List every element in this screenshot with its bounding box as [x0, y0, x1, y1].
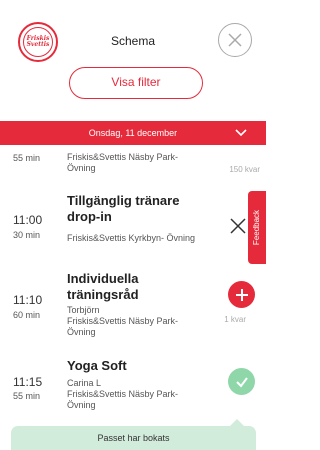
booking-toast: Passet har bokats — [11, 426, 256, 450]
list-item[interactable]: 11:10 60 min Individuella träningsråd To… — [0, 271, 266, 353]
feedback-tab[interactable]: Feedback — [248, 191, 266, 264]
session-location: Friskis&Svettis Kyrkbyn- Övning — [67, 233, 196, 243]
date-label: Onsdag, 11 december — [88, 128, 178, 138]
spots-left: 1 kvar — [224, 315, 246, 324]
session-time: 11:00 — [13, 213, 43, 227]
session-name: Tillgänglig tränare drop-in — [67, 193, 180, 224]
session-list[interactable]: 55 min Friskis&Svettis Näsby Park- Övnin… — [0, 145, 266, 450]
session-duration: 55 min — [13, 153, 41, 163]
close-button[interactable] — [218, 23, 252, 57]
session-location: Friskis&Svettis Näsby Park- Övning — [67, 389, 179, 410]
session-location: Friskis&Svettis Näsby Park- Övning — [67, 316, 179, 337]
chevron-down-icon[interactable] — [234, 127, 248, 139]
session-name: Yoga Soft — [67, 358, 127, 373]
session-duration: 55 min — [13, 391, 41, 401]
book-button[interactable] — [228, 281, 255, 308]
session-duration: 60 min — [13, 310, 41, 320]
plus-icon — [235, 288, 248, 301]
date-bar[interactable]: Onsdag, 11 december — [0, 121, 266, 145]
app-header: Friskis Svettis Schema Visa filter — [0, 0, 266, 120]
list-item[interactable]: 11:15 55 min Yoga Soft Carina L Friskis&… — [0, 358, 266, 418]
feedback-label: Feedback — [252, 209, 262, 246]
list-item[interactable]: 11:00 30 min Tillgänglig tränare drop-in… — [0, 193, 266, 255]
session-location: Friskis&Svettis Näsby Park- Övning — [67, 152, 179, 173]
checkmark-icon — [235, 376, 248, 388]
booked-button[interactable] — [228, 368, 255, 395]
cancel-booking-icon[interactable] — [228, 216, 248, 236]
spots-left: 150 kvar — [229, 165, 260, 174]
session-time: 11:10 — [13, 293, 43, 307]
session-time: 11:15 — [13, 375, 43, 389]
session-duration: 30 min — [13, 230, 41, 240]
session-trainer: Carina L — [67, 378, 102, 388]
list-item[interactable]: 55 min Friskis&Svettis Näsby Park- Övnin… — [0, 145, 266, 185]
close-icon — [228, 33, 242, 47]
show-filter-button[interactable]: Visa filter — [69, 67, 203, 99]
session-trainer: Torbjörn — [67, 305, 100, 315]
toast-arrow — [230, 419, 244, 426]
session-name: Individuella träningsråd — [67, 271, 139, 302]
